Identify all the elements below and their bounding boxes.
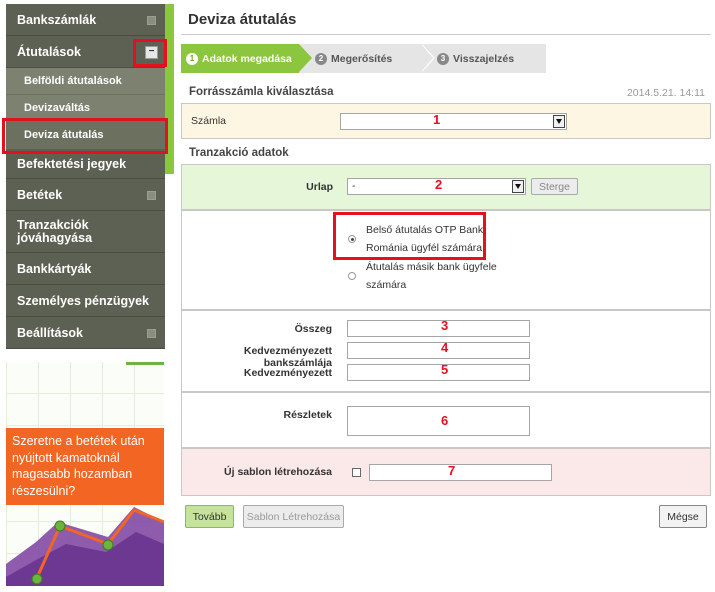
beneficiary-account-input[interactable] — [347, 342, 530, 359]
details-textarea[interactable] — [347, 406, 530, 436]
step-number: 2 — [315, 52, 327, 65]
beneficiary-panel: Összeg 3 Kedvezményezett bankszámlája 4 … — [181, 310, 711, 392]
sidebar-subitem-label: Deviza átutalás — [24, 129, 104, 141]
beneficiary-input[interactable] — [347, 364, 530, 381]
radio-external-line1: Átutalás másik bank ügyfele — [366, 261, 497, 273]
title-divider — [181, 34, 711, 35]
promo-banner[interactable]: Szeretne a betétek után nyújtott kamatok… — [6, 362, 164, 586]
form-label: Urlap — [306, 181, 333, 193]
collapse-icon[interactable]: − — [145, 45, 158, 59]
sidebar-item-beallitasok[interactable]: Beállítások — [6, 317, 165, 349]
expand-icon[interactable] — [147, 190, 156, 200]
sidebar-item-bankkartyak[interactable]: Bankkártyák — [6, 253, 165, 285]
marker-6: 6 — [441, 413, 449, 428]
step-label: Visszajelzés — [453, 52, 515, 65]
sidebar-accent-strip — [165, 4, 174, 174]
form-template-panel: Urlap - 2 Sterge — [181, 164, 711, 210]
page-title: Deviza átutalás — [188, 11, 297, 28]
sidebar-item-label: Átutalások — [17, 44, 81, 59]
transaction-heading: Tranzakció adatok — [189, 147, 289, 159]
sidebar-item-betetek[interactable]: Betétek — [6, 179, 165, 211]
source-account-heading: Forrásszámla kiválasztása — [189, 86, 334, 98]
radio-external-label: Átutalás másik bank ügyfele számára — [366, 258, 497, 294]
marker-7: 7 — [448, 463, 456, 478]
template-name-input[interactable] — [369, 464, 552, 481]
promo-text: Szeretne a betétek után nyújtott kamatok… — [6, 428, 164, 505]
step-label: Megerősítés — [331, 52, 393, 65]
sidebar-subitem-label: Belföldi átutalások — [24, 75, 122, 87]
step-confirmation: 2 Megerősítés — [299, 44, 435, 73]
sidebar-item-label: Befektetési jegyek — [17, 156, 127, 171]
next-button[interactable]: Tovább — [185, 505, 234, 528]
sidebar-subitem-deviza-atutalas[interactable]: Deviza átutalás — [6, 122, 165, 149]
dropdown-arrow-icon[interactable] — [553, 115, 565, 128]
expand-icon[interactable] — [147, 328, 156, 338]
step-data-entry: 1 Adatok megadása — [181, 44, 312, 73]
sidebar: Bankszámlák Átutalások − Belföldi átutal… — [6, 4, 165, 349]
step-number: 3 — [437, 52, 449, 65]
marker-3: 3 — [441, 318, 449, 333]
sidebar-subitem-label: Devizaváltás — [24, 102, 91, 114]
step-label: Adatok megadása — [202, 52, 292, 65]
wizard-steps: 1 Adatok megadása 2 Megerősítés 3 Vissza… — [181, 44, 546, 73]
sidebar-subitem-belfoldi[interactable]: Belföldi átutalások — [6, 68, 165, 95]
radio-internal-transfer[interactable] — [348, 235, 356, 243]
sidebar-item-atutalasok[interactable]: Átutalások − — [6, 36, 165, 68]
marker-5: 5 — [441, 362, 449, 377]
create-template-button[interactable]: Sablon Létrehozása — [243, 505, 344, 528]
amount-input[interactable] — [347, 320, 530, 337]
marker-2: 2 — [435, 177, 443, 192]
new-template-checkbox[interactable] — [352, 468, 361, 477]
radio-internal-line2: Románia ügyfél számára — [366, 242, 483, 254]
promo-accent-line — [126, 362, 164, 365]
expand-icon[interactable] — [147, 15, 156, 25]
step-feedback: 3 Visszajelzés — [421, 44, 546, 73]
radio-external-transfer[interactable] — [348, 272, 356, 280]
marker-4: 4 — [441, 340, 449, 355]
cancel-button[interactable]: Mégse — [659, 505, 707, 528]
step-number: 1 — [186, 52, 198, 65]
dropdown-arrow-icon[interactable] — [512, 180, 524, 193]
details-panel: Részletek 6 — [181, 392, 711, 448]
sidebar-item-label: Betétek — [17, 187, 63, 202]
sidebar-item-szemelyes[interactable]: Személyes pénzügyek — [6, 285, 165, 317]
sidebar-subitem-devizavaltas[interactable]: Devizaváltás — [6, 95, 165, 122]
sidebar-item-befektetesi[interactable]: Befektetési jegyek — [6, 149, 165, 179]
account-label: Számla — [191, 115, 227, 127]
transfer-type-panel: Belső átutalás OTP Bank Románia ügyfél s… — [181, 210, 711, 310]
sidebar-item-bankszamlak[interactable]: Bankszámlák — [6, 4, 165, 36]
marker-1: 1 — [433, 112, 441, 127]
sidebar-item-label: Bankszámlák — [17, 12, 97, 27]
beneficiary-account-label: Kedvezményezett bankszámlája — [243, 345, 332, 369]
sidebar-item-tranzakciok[interactable]: Tranzakciók jóváhagyása — [6, 211, 165, 253]
form-select-value: - — [352, 180, 356, 192]
radio-internal-label: Belső átutalás OTP Bank Románia ügyfél s… — [366, 221, 483, 257]
sidebar-item-label: Bankkártyák — [17, 261, 92, 276]
current-datetime: 2014.5.21. 14:11 — [626, 87, 705, 99]
sidebar-item-label: Tranzakciók jóváhagyása — [17, 217, 93, 245]
radio-external-line2: számára — [366, 279, 407, 291]
beneficiary-label: Kedvezményezett — [243, 367, 332, 379]
details-label: Részletek — [283, 409, 332, 421]
sidebar-item-label: Beállítások — [17, 325, 84, 340]
new-template-label: Új sablon létrehozása — [224, 466, 332, 478]
new-template-panel: Új sablon létrehozása 7 — [181, 448, 711, 496]
account-select[interactable] — [340, 113, 567, 130]
clear-button[interactable]: Sterge — [531, 178, 578, 195]
sidebar-item-label: Személyes pénzügyek — [17, 293, 150, 308]
radio-internal-line1: Belső átutalás OTP Bank — [366, 224, 484, 236]
amount-label: Összeg — [294, 323, 332, 335]
source-account-panel: Számla 1 — [181, 103, 711, 139]
